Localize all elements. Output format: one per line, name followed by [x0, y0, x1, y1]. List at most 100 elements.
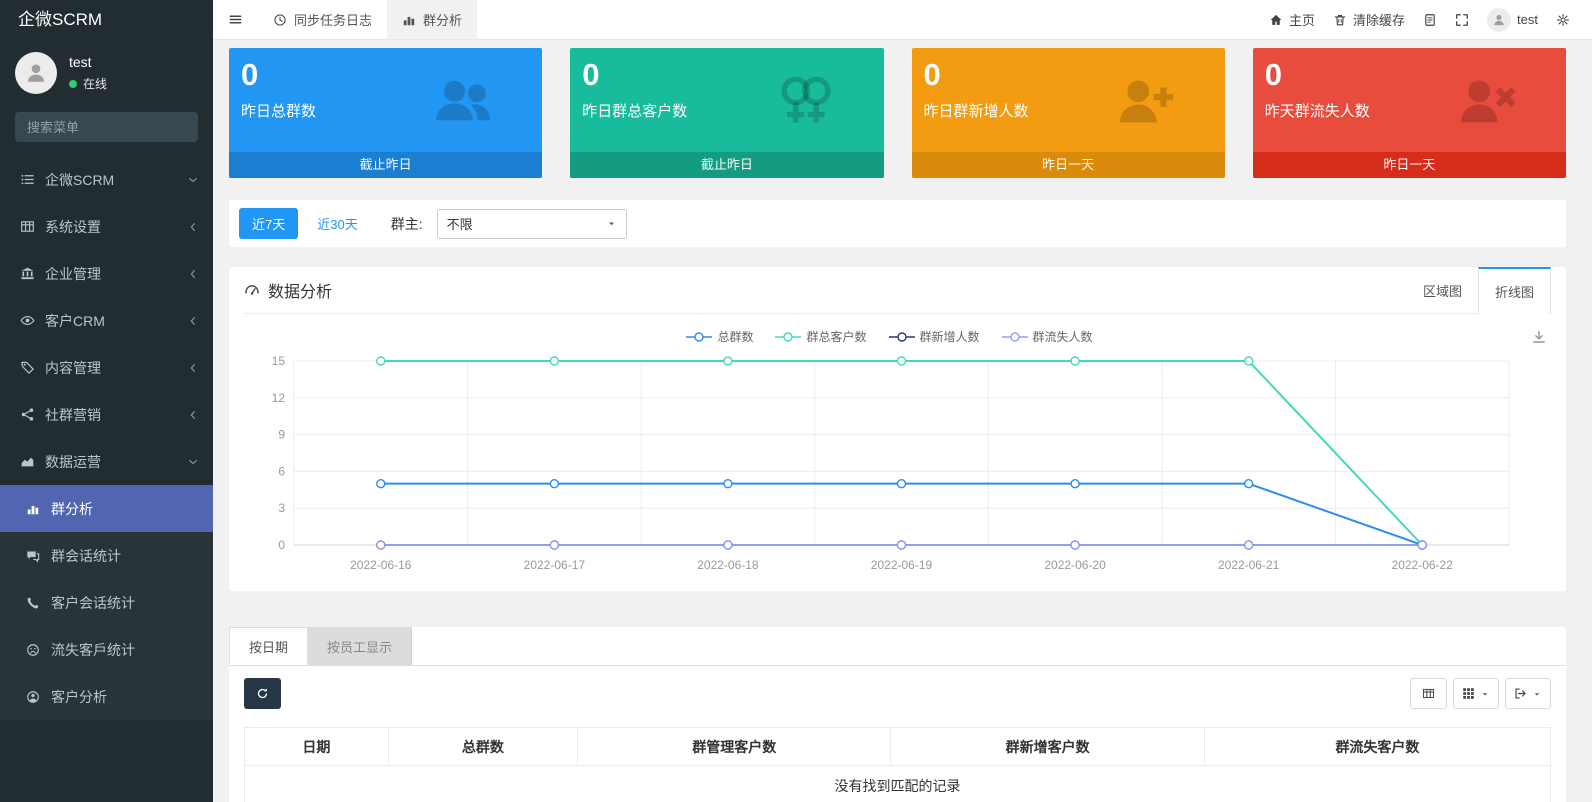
stat-icon: [432, 70, 494, 132]
stat-value: 0: [923, 57, 941, 92]
menu-item-label: 企业管理: [45, 265, 101, 282]
chart-type-tab[interactable]: 区域图: [1407, 267, 1478, 313]
sidebar-submenu-item[interactable]: 流失客戶统计: [0, 626, 213, 673]
user-status: 在线: [69, 75, 107, 92]
svg-text:0: 0: [278, 538, 285, 552]
menu-item-label: 内容管理: [45, 359, 101, 376]
download-icon[interactable]: [1531, 329, 1547, 345]
stat-cards: 0 昨日总群数 截止昨日 0 昨日群总客户数 截止昨日 0 昨日群新增人数 昨日…: [229, 48, 1566, 178]
sidebar-menu-item[interactable]: 社群营销: [0, 391, 213, 438]
export-button[interactable]: [1505, 678, 1551, 709]
clear-cache-label: 清除缓存: [1353, 13, 1406, 28]
svg-text:2022-06-20: 2022-06-20: [1044, 558, 1106, 572]
table-column-header: 群新增客户数: [890, 727, 1205, 766]
language-button[interactable]: [1423, 13, 1437, 27]
home-link[interactable]: 主页: [1269, 10, 1315, 29]
table-tab[interactable]: 按日期: [229, 627, 309, 665]
stat-card[interactable]: 0 昨日群新增人数 昨日一天: [911, 48, 1225, 178]
legend-item[interactable]: 群流失人数: [1001, 328, 1093, 345]
caret-down-icon: [606, 218, 617, 229]
stat-card[interactable]: 0 昨日总群数 截止昨日: [229, 48, 543, 178]
analysis-panel-header: 数据分析 区域图 折线图: [244, 267, 1551, 314]
toggle-view-button[interactable]: [1410, 678, 1447, 709]
user-menu[interactable]: test: [1487, 7, 1538, 32]
sidebar-menu-item[interactable]: 客户CRM: [0, 297, 213, 344]
sidebar-menu-item[interactable]: 企业管理: [0, 250, 213, 297]
stat-footer: 截止昨日: [229, 152, 543, 178]
legend-item[interactable]: 总群数: [686, 328, 753, 345]
sidebar-menu-item[interactable]: 企微SCRM: [0, 156, 213, 203]
menu-item-icon: [18, 360, 36, 375]
table-tabs: 按日期 按员工显示: [229, 627, 1566, 666]
stat-footer: 截止昨日: [570, 152, 884, 178]
toolbar-right: [1410, 678, 1551, 709]
svg-text:2022-06-16: 2022-06-16: [350, 558, 412, 572]
topbar-tab[interactable]: 同步任务日志: [258, 0, 387, 39]
table-column-header: 群管理客户数: [577, 727, 892, 766]
grid-icon: [1462, 687, 1475, 700]
chevron-icon: [187, 409, 199, 421]
menu-item-icon: [18, 172, 36, 187]
svg-text:2022-06-19: 2022-06-19: [871, 558, 933, 572]
stat-footer: 昨日一天: [1252, 152, 1566, 178]
stat-icon: [774, 70, 836, 132]
topbar-tab[interactable]: 群分析: [387, 0, 478, 39]
submenu-item-label: 流失客戶统计: [51, 641, 135, 658]
columns-button[interactable]: [1453, 678, 1499, 709]
svg-text:2022-06-18: 2022-06-18: [697, 558, 759, 572]
caret-down-icon: [1532, 689, 1542, 699]
menu-item-icon: [18, 454, 36, 469]
sidebar-menu-item[interactable]: 系统设置: [0, 203, 213, 250]
owner-select[interactable]: 不限: [436, 208, 627, 239]
sidebar-toggle[interactable]: [213, 0, 258, 39]
legend-item[interactable]: 群新增人数: [888, 328, 980, 345]
table-tab[interactable]: 按员工显示: [308, 627, 413, 665]
fullscreen-button[interactable]: [1455, 13, 1469, 27]
owner-label: 群主:: [390, 215, 423, 232]
stat-label: 昨日群总客户数: [582, 102, 688, 120]
menu-item-label: 数据运营: [45, 453, 101, 470]
stat-label: 昨日总群数: [241, 102, 317, 120]
expand-icon: [1455, 13, 1469, 27]
empty-message: 没有找到匹配的记录: [244, 765, 1551, 802]
stat-card[interactable]: 0 昨天群流失人数 昨日一天: [1252, 48, 1566, 178]
legend-item[interactable]: 群总客户数: [775, 328, 867, 345]
clear-cache-link[interactable]: 清除缓存: [1333, 10, 1405, 29]
topbar-tab-label: 同步任务日志: [294, 13, 373, 28]
analysis-panel: 数据分析 区域图 折线图 总群数 群总客户数 群新增人数 群流失人数 0 3 6 9 12 15 2…: [229, 267, 1566, 591]
refresh-button[interactable]: [244, 678, 281, 709]
range-button[interactable]: 近30天: [304, 208, 370, 239]
submenu-item-label: 群会话统计: [51, 547, 121, 564]
home-icon: [1269, 13, 1283, 27]
submenu-item-label: 客户会话统计: [51, 594, 135, 611]
stat-card[interactable]: 0 昨日群总客户数 截止昨日: [570, 48, 884, 178]
sidebar-submenu-item[interactable]: 客户会话统计: [0, 579, 213, 626]
search-input[interactable]: [15, 112, 198, 142]
sidebar-submenu-item[interactable]: 群分析: [0, 485, 213, 532]
topbar-tab-icon: [273, 13, 287, 27]
stat-label: 昨日群新增人数: [923, 102, 1029, 120]
sidebar-submenu: 群分析 群会话统计 客户会话统计 流失客戶统计 客户分析: [0, 485, 213, 720]
submenu-item-icon: [24, 502, 42, 516]
table-column-header: 群流失客户数: [1203, 727, 1552, 766]
sidebar-submenu-item[interactable]: 群会话统计: [0, 532, 213, 579]
chevron-icon: [187, 268, 199, 280]
online-dot: [69, 79, 77, 88]
svg-text:2022-06-21: 2022-06-21: [1218, 558, 1280, 572]
sidebar-menu-item[interactable]: 内容管理: [0, 344, 213, 391]
settings-button[interactable]: [1556, 13, 1570, 27]
svg-text:2022-06-17: 2022-06-17: [524, 558, 586, 572]
chart-type-tab[interactable]: 折线图: [1477, 267, 1551, 314]
gear-icon: [1556, 13, 1570, 27]
brand[interactable]: 企微SCRM: [0, 0, 213, 40]
user-avatar: [15, 52, 57, 94]
range-button[interactable]: 近7天: [239, 208, 299, 239]
stat-value: 0: [582, 57, 600, 92]
user-panel: test 在线: [0, 40, 213, 104]
sidebar-submenu-item[interactable]: 客户分析: [0, 673, 213, 720]
menu-item-icon: [18, 219, 36, 234]
svg-text:12: 12: [272, 391, 286, 405]
chevron-icon: [187, 362, 199, 374]
svg-text:15: 15: [272, 354, 286, 368]
sidebar-menu-item[interactable]: 数据运营: [0, 438, 213, 485]
